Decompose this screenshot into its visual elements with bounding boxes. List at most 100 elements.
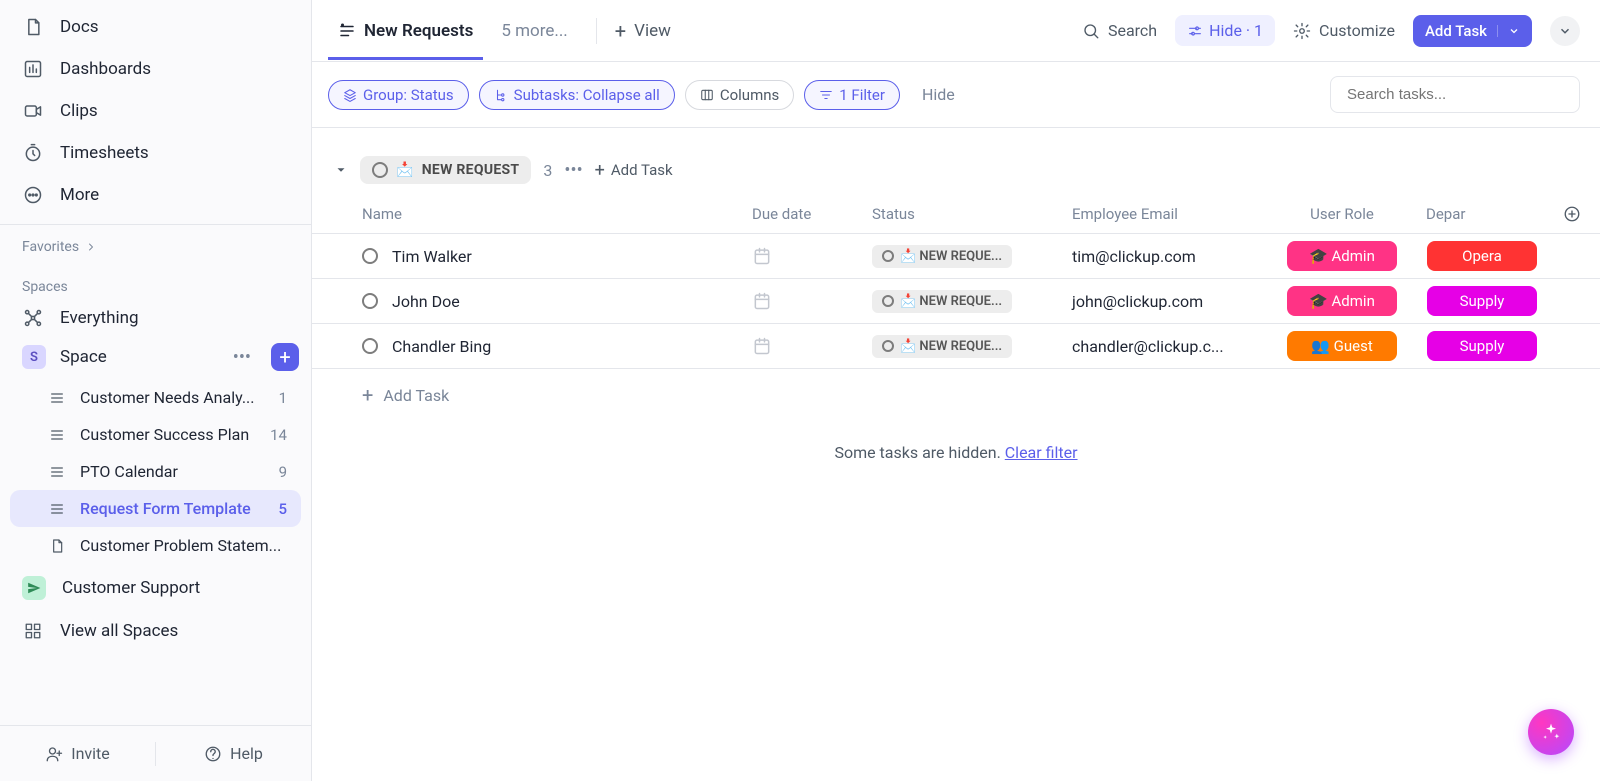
group-more-icon[interactable]: ••• xyxy=(564,160,582,181)
role-badge[interactable]: 👥 Guest xyxy=(1287,331,1397,361)
nav-item-everything[interactable]: Everything xyxy=(0,301,311,335)
favorites-section[interactable]: Favorites xyxy=(0,231,311,261)
sidebar-list-item[interactable]: Customer Success Plan14 xyxy=(10,416,301,453)
tab-new-requests[interactable]: New Requests xyxy=(328,3,483,59)
table-row[interactable]: Tim Walker📩 NEW REQUE...tim@clickup.com🎓… xyxy=(312,234,1600,279)
col-header-due[interactable]: Due date xyxy=(752,205,872,223)
dept-badge[interactable]: Supply xyxy=(1427,286,1537,316)
add-task-button[interactable]: Add Task xyxy=(1413,15,1532,47)
timer-icon xyxy=(22,142,44,164)
table-row[interactable]: Chandler Bing📩 NEW REQUE...chandler@clic… xyxy=(312,324,1600,369)
status-circle-icon[interactable] xyxy=(362,248,378,264)
search-input[interactable] xyxy=(1345,85,1565,104)
ai-fab-button[interactable] xyxy=(1528,709,1574,755)
chevron-down-icon[interactable] xyxy=(1497,25,1520,37)
status-chip[interactable]: 📩 NEW REQUE... xyxy=(872,335,1012,358)
chevron-down-icon xyxy=(1558,24,1572,38)
role-badge[interactable]: 🎓 Admin xyxy=(1287,286,1397,316)
overflow-button[interactable] xyxy=(1550,16,1580,46)
subtasks-pill[interactable]: Subtasks: Collapse all xyxy=(479,80,675,110)
filter-label: 1 Filter xyxy=(839,86,885,104)
video-icon xyxy=(22,100,44,122)
status-chip[interactable]: 📩 NEW REQUE... xyxy=(872,290,1012,313)
nav-label: Timesheets xyxy=(60,143,149,163)
topbar: New Requests 5 more... + View Search Hid… xyxy=(312,0,1600,62)
col-header-role[interactable]: User Role xyxy=(1272,205,1412,223)
nav-item-timesheets[interactable]: Timesheets xyxy=(0,132,311,174)
add-task-row[interactable]: + Add Task xyxy=(312,369,1600,421)
gear-icon xyxy=(1293,22,1311,40)
nav-label: More xyxy=(60,185,99,205)
status-circle-icon xyxy=(882,295,894,307)
status-chip[interactable]: 📩 NEW REQUE... xyxy=(872,245,1012,268)
group-pill[interactable]: Group: Status xyxy=(328,80,469,110)
more-icon xyxy=(22,184,44,206)
clear-filter-link[interactable]: Clear filter xyxy=(1005,443,1078,462)
group-status-chip[interactable]: 📩 NEW REQUEST xyxy=(360,156,531,184)
nav-item-customer-support[interactable]: Customer Support xyxy=(0,564,311,610)
nav-item-docs[interactable]: Docs xyxy=(0,6,311,48)
col-header-status[interactable]: Status xyxy=(872,205,1072,223)
help-button[interactable]: Help xyxy=(156,744,311,763)
nav-item-dashboards[interactable]: Dashboards xyxy=(0,48,311,90)
dept-badge[interactable]: Opera xyxy=(1427,241,1537,271)
status-circle-icon[interactable] xyxy=(362,293,378,309)
calendar-icon[interactable] xyxy=(752,291,772,311)
col-header-name[interactable]: Name xyxy=(312,205,752,223)
calendar-icon[interactable] xyxy=(752,246,772,266)
nav-item-more[interactable]: More xyxy=(0,174,311,216)
plus-icon: + xyxy=(615,19,626,43)
sidebar-footer: Invite Help xyxy=(0,725,311,781)
list-icon xyxy=(48,389,66,407)
add-view-button[interactable]: + View xyxy=(615,19,671,43)
sidebar-list-item[interactable]: PTO Calendar 9 xyxy=(10,453,301,490)
nav-item-clips[interactable]: Clips xyxy=(0,90,311,132)
hide-button[interactable]: Hide xyxy=(922,85,955,104)
filter-icon xyxy=(819,88,833,102)
list-count: 9 xyxy=(279,463,287,481)
space-row[interactable]: S Space ••• + xyxy=(0,335,311,379)
sidebar-list-item[interactable]: Customer Needs Analy...1 xyxy=(10,379,301,416)
spaces-label: Spaces xyxy=(22,279,68,295)
group-add-task-button[interactable]: + Add Task xyxy=(595,160,673,181)
dept-badge[interactable]: Supply xyxy=(1427,331,1537,361)
list-count: 14 xyxy=(270,426,287,444)
list-name: PTO Calendar xyxy=(80,462,265,481)
add-column-button[interactable] xyxy=(1552,205,1592,223)
plus-icon: + xyxy=(362,383,373,407)
subtasks-label: Subtasks: Collapse all xyxy=(514,86,660,104)
cell-email[interactable]: tim@clickup.com xyxy=(1072,247,1272,266)
hide-fields-button[interactable]: Hide · 1 xyxy=(1175,15,1275,46)
search-tasks-input[interactable] xyxy=(1330,76,1580,113)
col-header-dept[interactable]: Depar xyxy=(1412,205,1552,223)
add-space-button[interactable]: + xyxy=(271,343,299,371)
group-name: NEW REQUEST xyxy=(422,162,520,178)
nav-item-view-all-spaces[interactable]: View all Spaces xyxy=(0,610,311,652)
hide-label: Hide · 1 xyxy=(1209,21,1263,40)
search-button[interactable]: Search xyxy=(1082,21,1157,40)
space-more-icon[interactable]: ••• xyxy=(227,347,257,368)
calendar-icon[interactable] xyxy=(752,336,772,356)
col-header-email[interactable]: Employee Email xyxy=(1072,205,1272,223)
cell-email[interactable]: john@clickup.com xyxy=(1072,292,1272,311)
filter-pill[interactable]: 1 Filter xyxy=(804,80,900,110)
more-views-button[interactable]: 5 more... xyxy=(491,21,577,41)
table-row[interactable]: John Doe📩 NEW REQUE...john@clickup.com🎓 … xyxy=(312,279,1600,324)
sidebar-list-item[interactable]: Customer Problem Statem... xyxy=(10,527,301,564)
invite-button[interactable]: Invite xyxy=(0,744,155,763)
columns-pill[interactable]: Columns xyxy=(685,80,794,110)
grid-header: Name Due date Status Employee Email User… xyxy=(312,194,1600,234)
group-add-label: Add Task xyxy=(611,161,673,179)
main-panel: New Requests 5 more... + View Search Hid… xyxy=(312,0,1600,781)
collapse-icon[interactable] xyxy=(334,163,348,177)
nav-label: Dashboards xyxy=(60,59,151,79)
role-badge[interactable]: 🎓 Admin xyxy=(1287,241,1397,271)
grid-icon xyxy=(22,620,44,642)
paper-plane-icon xyxy=(22,576,46,600)
doc-icon xyxy=(22,16,44,38)
sidebar-list-item[interactable]: Request Form Template5 xyxy=(10,490,301,527)
network-icon xyxy=(22,307,44,329)
customize-button[interactable]: Customize xyxy=(1293,21,1395,40)
status-circle-icon[interactable] xyxy=(362,338,378,354)
cell-email[interactable]: chandler@clickup.c... xyxy=(1072,337,1272,356)
